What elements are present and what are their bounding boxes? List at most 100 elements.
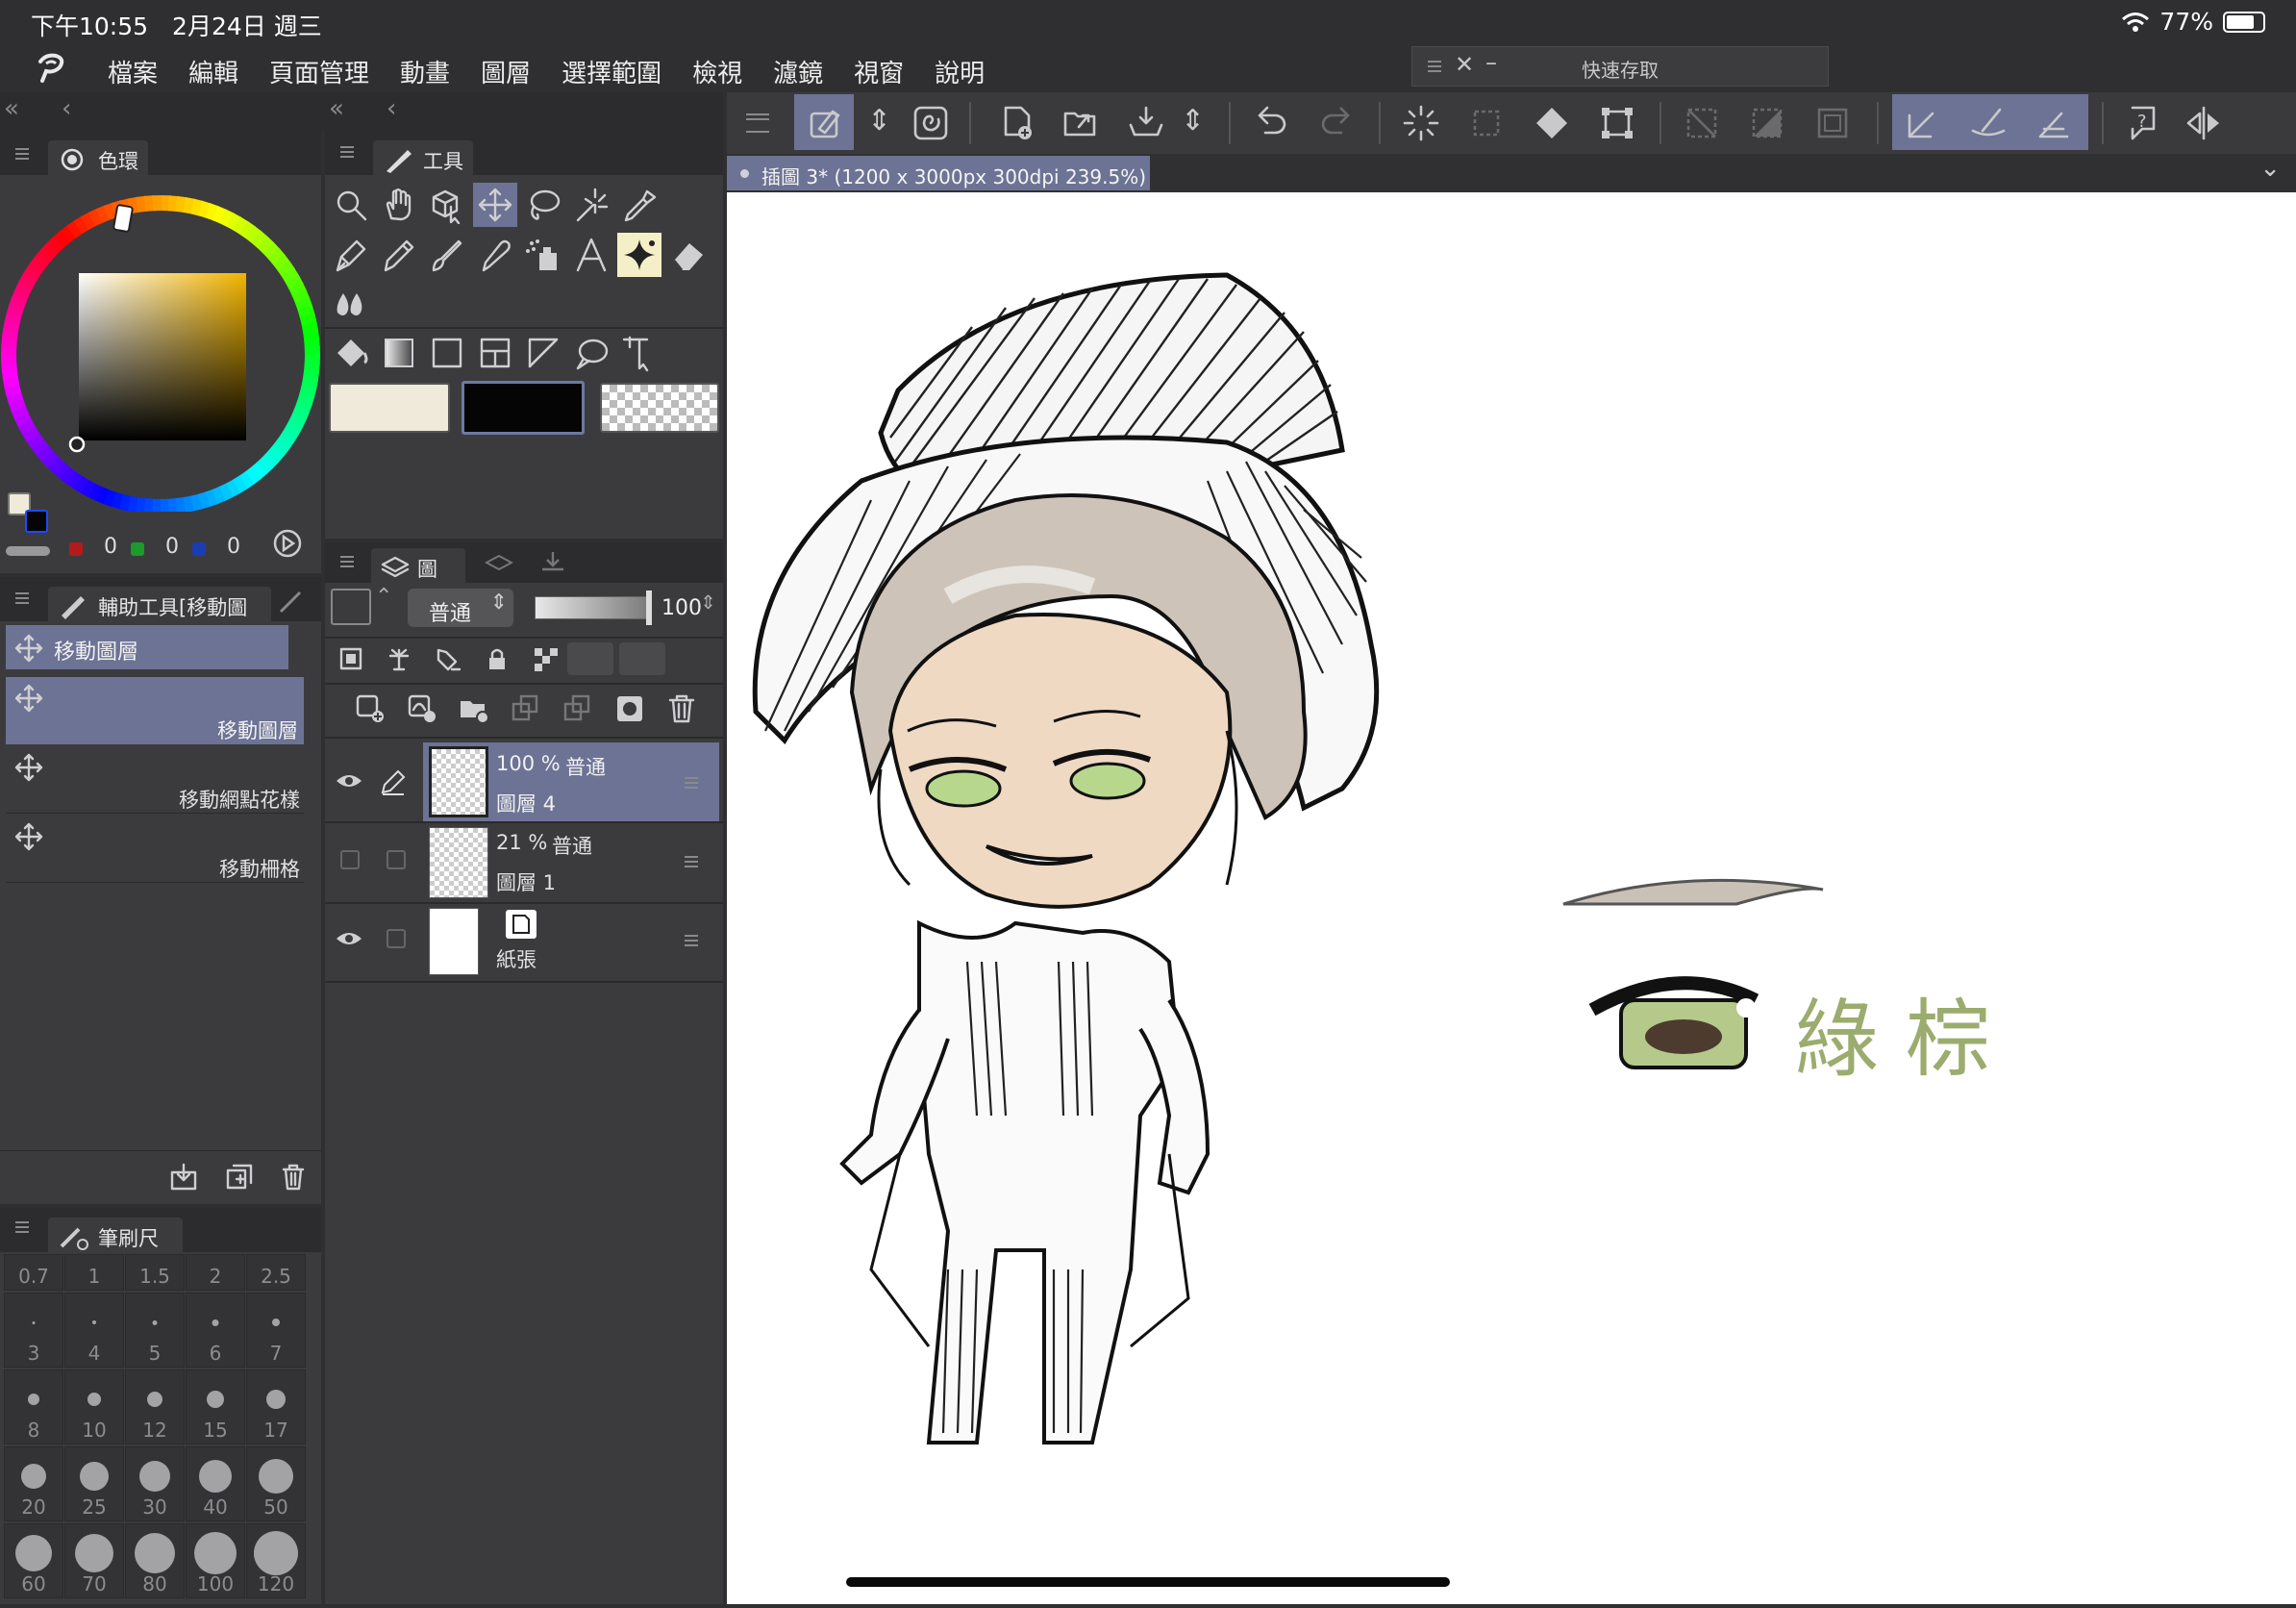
menu-view[interactable]: 檢視 [692, 54, 742, 89]
collapse-chevron-icon[interactable]: ‹ [62, 94, 71, 123]
magic-wand-tool[interactable] [569, 183, 613, 227]
help-icon[interactable]: ? [2121, 104, 2159, 142]
color-picker-handle[interactable] [68, 436, 86, 453]
liquify-tool[interactable] [329, 281, 373, 325]
brush-size-option[interactable]: 40 [186, 1446, 245, 1521]
clear-icon[interactable] [1402, 104, 1440, 142]
layer-search-tab-icon[interactable] [538, 550, 567, 575]
clip-to-layer-icon[interactable] [337, 644, 365, 673]
hue-handle[interactable] [112, 204, 134, 233]
tool-property-button[interactable] [794, 94, 854, 150]
brush-size-option[interactable]: 25 [64, 1446, 124, 1521]
frame-border-tool[interactable] [473, 331, 517, 375]
sub-tool-group[interactable]: 移動圖層 [6, 625, 288, 669]
gradient-tool[interactable] [377, 331, 421, 375]
tab-list-chevron-icon[interactable]: ⌄ [2259, 154, 2281, 183]
brush-size-option[interactable]: 17 [246, 1369, 306, 1445]
lasso-tool[interactable] [521, 183, 565, 227]
reference-layer-icon[interactable] [385, 644, 413, 673]
pencil-edit-icon[interactable] [379, 767, 408, 796]
panel-menu-icon[interactable] [15, 148, 29, 160]
airbrush-tool[interactable] [473, 233, 517, 277]
edit-checkbox[interactable] [387, 850, 406, 869]
lock-transparent-icon[interactable] [531, 644, 560, 673]
figure-tool[interactable] [425, 331, 469, 375]
hand-tool[interactable] [377, 183, 421, 227]
import-sub-tool-icon[interactable] [169, 1163, 198, 1192]
menu-layer[interactable]: 圖層 [481, 54, 531, 89]
transform-icon[interactable] [1598, 104, 1636, 142]
text-tool[interactable] [569, 233, 613, 277]
new-raster-layer-icon[interactable] [354, 692, 387, 725]
snap-to-ruler-icon[interactable] [1904, 104, 1942, 142]
menu-page-management[interactable]: 頁面管理 [269, 54, 369, 89]
mask-enable-icon[interactable] [567, 642, 613, 675]
new-vector-layer-icon[interactable] [406, 692, 438, 725]
color-wheel[interactable] [0, 194, 321, 512]
tab-color-wheel[interactable]: 色環 [48, 140, 148, 175]
pen-tool[interactable] [329, 233, 373, 277]
clear-outside-selection-icon[interactable] [1467, 104, 1506, 142]
opacity-slider[interactable] [535, 596, 650, 619]
redo-icon[interactable] [1317, 104, 1356, 142]
layer-color-icon[interactable] [331, 589, 371, 625]
tab-layer[interactable]: 圖層 [371, 548, 465, 610]
brush-size-option[interactable]: 12 [125, 1369, 185, 1445]
eye-icon[interactable] [335, 927, 363, 950]
quick-access-panel[interactable]: ✕ – 快速存取 [1411, 46, 1829, 87]
sub-color-swatch[interactable] [25, 510, 48, 533]
brush-size-option[interactable]: 60 [4, 1523, 63, 1598]
color-mode-icon[interactable] [271, 527, 304, 560]
collapse-double-chevron-icon[interactable]: « [4, 94, 19, 123]
brush-size-option[interactable]: 2 [186, 1254, 245, 1291]
stepper-icon[interactable]: ⇕ [867, 104, 891, 138]
brush-size-option[interactable]: 4 [64, 1293, 124, 1368]
decoration-tool[interactable] [521, 233, 565, 277]
pencil-tool[interactable] [377, 233, 421, 277]
panel-menu-icon[interactable] [15, 1221, 29, 1233]
object-tool[interactable] [425, 183, 469, 227]
fill-icon[interactable] [1533, 104, 1571, 142]
tab-brush-size[interactable]: 筆刷尺寸 [48, 1218, 183, 1279]
menu-window[interactable]: 視窗 [854, 54, 904, 89]
spiral-icon[interactable] [911, 104, 950, 142]
collapse-chevron-icon[interactable]: ‹ [387, 94, 396, 123]
canvas-tab[interactable]: 插圖 3* (1200 x 3000px 300dpi 239.5%) [727, 156, 1150, 190]
trash-icon[interactable] [665, 692, 698, 725]
panel-menu-icon[interactable] [340, 556, 354, 567]
tab-sub-tool[interactable]: 輔助工具[移動圖 [48, 587, 271, 621]
transparent-drawing-color[interactable] [600, 383, 719, 433]
ruler-range-icon[interactable] [619, 642, 665, 675]
brush-size-option[interactable]: 50 [246, 1446, 306, 1521]
brush-size-option[interactable]: 30 [125, 1446, 185, 1521]
transfer-down-icon[interactable] [510, 692, 542, 725]
open-folder-icon[interactable] [1061, 104, 1100, 142]
main-drawing-color[interactable] [329, 383, 450, 433]
opacity-slider-handle[interactable] [646, 590, 652, 625]
brush-size-option[interactable]: 20 [4, 1446, 63, 1521]
brush-size-option[interactable]: 15 [186, 1369, 245, 1445]
brush-size-option[interactable]: 8 [4, 1369, 63, 1445]
edit-checkbox[interactable] [387, 929, 406, 948]
move-layer-tool[interactable] [473, 183, 517, 227]
ruler-tool[interactable] [521, 331, 565, 375]
brush-size-option[interactable]: 120 [246, 1523, 306, 1598]
close-icon[interactable]: ✕ [1455, 51, 1474, 78]
fill-tool[interactable] [329, 331, 373, 375]
eraser-tool[interactable] [665, 233, 710, 277]
sub-tool-item-move-tone[interactable]: 移動網點花樣 [6, 746, 304, 814]
flip-horizontal-icon[interactable] [2184, 104, 2223, 142]
menu-file[interactable]: 檔案 [108, 54, 158, 89]
brush-size-option[interactable]: 0.7 [4, 1254, 63, 1291]
brush-size-option[interactable]: 70 [64, 1523, 124, 1598]
brush-size-option[interactable]: 1 [64, 1254, 124, 1291]
brush-size-option[interactable]: 5 [125, 1293, 185, 1368]
panel-menu-icon[interactable] [340, 146, 354, 158]
app-logo-icon[interactable] [33, 52, 71, 85]
visibility-checkbox[interactable] [340, 850, 360, 869]
merge-down-icon[interactable] [562, 692, 594, 725]
brush-size-option[interactable]: 10 [64, 1369, 124, 1445]
quick-access-menu-icon[interactable] [1428, 61, 1441, 72]
collapse-double-chevron-icon[interactable]: « [329, 94, 344, 123]
balloon-tool[interactable] [569, 331, 613, 375]
